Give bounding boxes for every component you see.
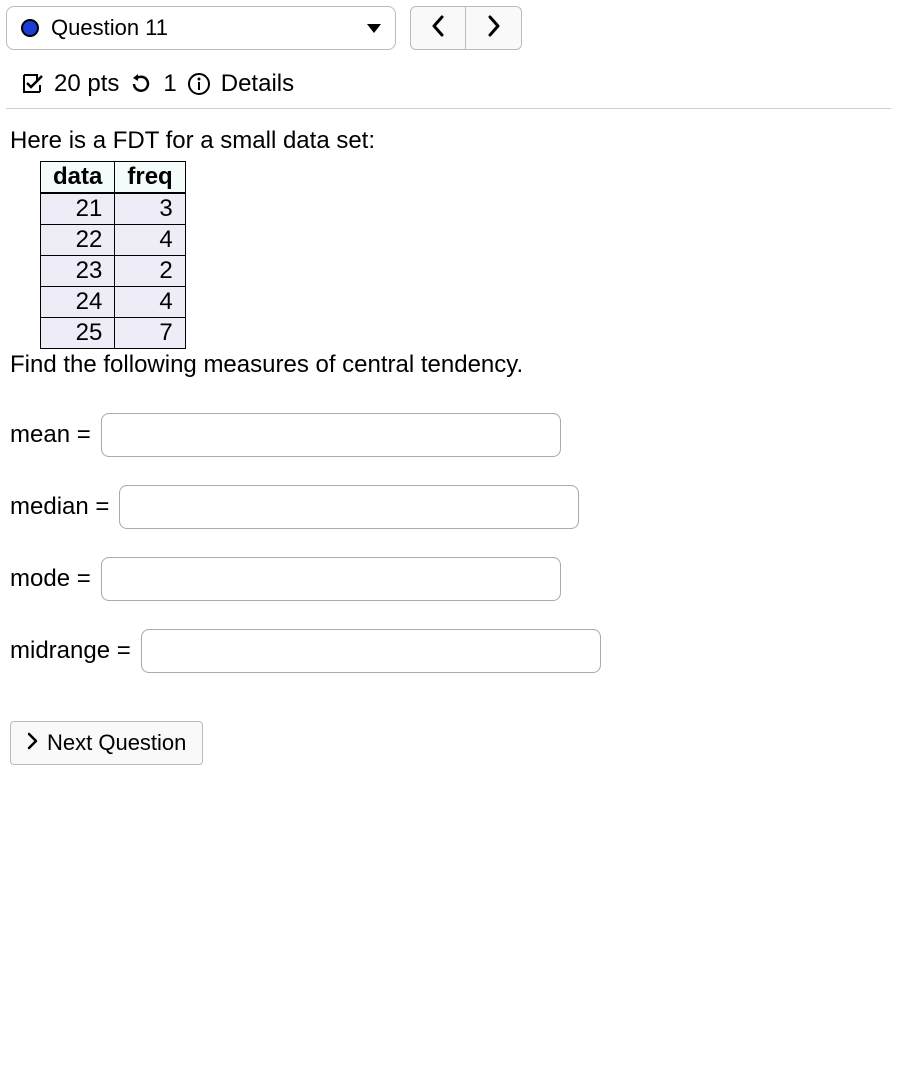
median-input[interactable] <box>119 485 579 529</box>
mean-label: mean = <box>10 421 91 449</box>
table-row: 213 <box>41 193 186 225</box>
attempts-label: 1 <box>163 70 176 98</box>
next-question-link[interactable]: Next Question <box>10 721 203 765</box>
caret-down-icon <box>367 24 381 33</box>
median-label: median = <box>10 493 109 521</box>
details-button[interactable]: Details <box>221 70 294 98</box>
table-header-data: data <box>41 162 115 194</box>
mode-input[interactable] <box>101 557 561 601</box>
frequency-table: data freq 213 224 232 244 257 <box>40 161 186 349</box>
table-row: 257 <box>41 318 186 349</box>
question-selector[interactable]: Question 11 <box>6 6 396 50</box>
status-dot-icon <box>21 19 39 37</box>
problem-prompt: Find the following measures of central t… <box>10 351 887 379</box>
info-icon <box>187 72 211 96</box>
table-row: 232 <box>41 256 186 287</box>
retry-icon <box>129 72 153 96</box>
next-question-button[interactable] <box>466 6 522 50</box>
mode-label: mode = <box>10 565 91 593</box>
next-question-label: Next Question <box>47 730 186 756</box>
points-label: 20 pts <box>54 70 119 98</box>
prev-question-button[interactable] <box>410 6 466 50</box>
midrange-label: midrange = <box>10 637 131 665</box>
chevron-right-icon <box>487 13 501 44</box>
chevron-right-icon <box>27 730 39 756</box>
table-row: 224 <box>41 225 186 256</box>
midrange-input[interactable] <box>141 629 601 673</box>
question-label: Question 11 <box>51 15 168 41</box>
chevron-left-icon <box>431 13 445 44</box>
table-header-freq: freq <box>115 162 185 194</box>
checkbox-icon <box>20 72 44 96</box>
mean-input[interactable] <box>101 413 561 457</box>
problem-intro: Here is a FDT for a small data set: <box>10 127 887 155</box>
table-row: 244 <box>41 287 186 318</box>
